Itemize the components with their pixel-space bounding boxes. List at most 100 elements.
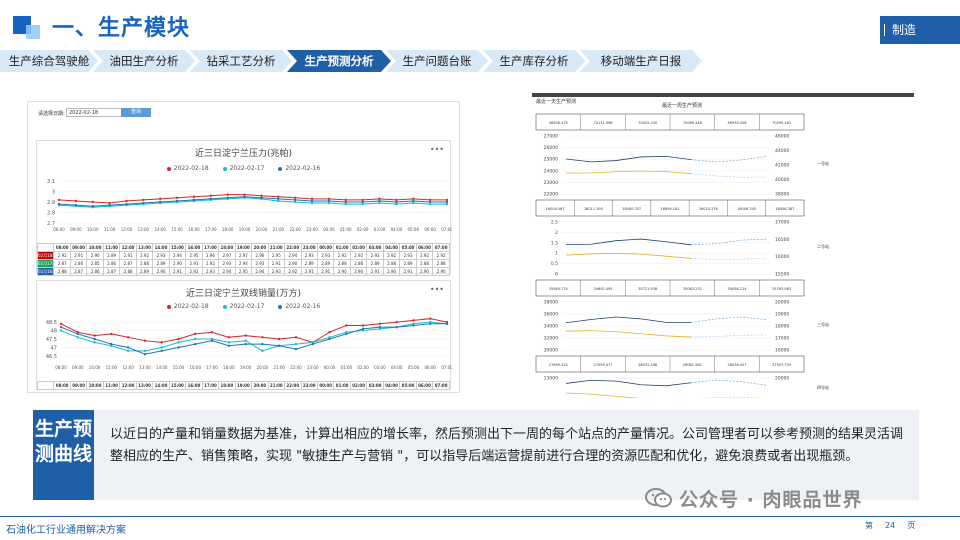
table-header-cell: 08:00 xyxy=(53,243,71,252)
y-right-tick: 16500 xyxy=(775,237,789,243)
station-label: 四号站 xyxy=(817,384,829,390)
x-tick-label: 17:00 xyxy=(205,227,217,232)
query-button[interactable]: 查询 xyxy=(121,108,151,117)
table-header-cell: 12:00 xyxy=(119,381,137,390)
data-point xyxy=(445,322,449,325)
table-cell: 2.92 xyxy=(333,251,351,260)
table-row: 02月17日2.872.862.852.862.872.882.892.902.… xyxy=(36,259,450,268)
table-cell: 2.87 xyxy=(102,267,121,276)
table-cell: 2.95 xyxy=(234,267,253,276)
table-header-cell: 02:00 xyxy=(349,243,368,252)
data-point xyxy=(310,199,314,203)
data-point xyxy=(412,201,415,205)
data-point xyxy=(361,202,364,206)
value-cell: 35721.938 xyxy=(638,287,657,291)
table-header-cell: 04:00 xyxy=(382,381,401,390)
slide: 一、生产模块 制造 生产综合驾驶舱 油田生产分析 钻采工艺分析 生产预测分析 生… xyxy=(0,0,960,540)
data-point xyxy=(175,196,179,199)
right-screenshot: 最近一天生产预测 最近一周生产预测 46926.475 70131.998 7000… xyxy=(532,93,914,398)
x-tick-label: 19:00 xyxy=(239,227,251,232)
tab-drilling-analysis[interactable]: 钻采工艺分析 xyxy=(190,50,292,72)
y-right-tick: 40000 xyxy=(775,177,789,183)
row-label-cell: 02月18日 xyxy=(36,251,55,260)
tab-forecast-analysis[interactable]: 生产预测分析 xyxy=(287,50,391,72)
x-tick-label: 06:00 xyxy=(424,227,436,232)
table-header-cell: 15:00 xyxy=(168,243,187,252)
data-point xyxy=(428,198,432,202)
tab-inventory-analysis[interactable]: 生产库存分析 xyxy=(483,50,585,72)
x-tick-label: 17:00 xyxy=(206,365,218,370)
table-cell: 2.88 xyxy=(415,259,434,268)
data-point xyxy=(378,325,382,329)
x-tick-label: 00:00 xyxy=(323,227,335,232)
data-point xyxy=(345,324,348,327)
data-point xyxy=(395,200,398,204)
table-cell: 2.85 xyxy=(86,259,104,268)
tab-dashboard[interactable]: 生产综合驾驶舱 xyxy=(0,50,98,72)
data-point xyxy=(210,339,214,342)
x-tick-label: 10:00 xyxy=(87,227,99,232)
tab-problem-ledger[interactable]: 生产问题台账 xyxy=(386,50,488,72)
data-point xyxy=(59,322,63,325)
table-cell: 2.93 xyxy=(366,251,384,260)
data-point xyxy=(227,344,231,347)
data-point xyxy=(93,337,96,341)
table-cell: 2.89 xyxy=(366,259,384,268)
data-point xyxy=(429,317,432,320)
watermark-text: 公众号 · 肉眼品世界 xyxy=(679,489,863,511)
y-right-tick: 38000 xyxy=(775,192,789,198)
data-point xyxy=(142,201,145,205)
y-right-tick: 42000 xyxy=(775,163,789,169)
table-cell: 2.93 xyxy=(218,259,236,268)
data-point xyxy=(277,197,280,201)
y-left-tick: 1.5 xyxy=(551,240,558,246)
x-tick-label: 13:00 xyxy=(139,365,151,370)
value-cell: 26061.562 xyxy=(683,363,702,367)
table-header-cell: 23:00 xyxy=(300,243,318,252)
table-cell: 2.86 xyxy=(102,259,121,268)
y-right-tick: 46000 xyxy=(775,134,789,140)
value-cell: 26031.298 xyxy=(638,363,657,367)
data-point xyxy=(59,329,63,332)
table-cell: 2.87 xyxy=(69,267,88,276)
data-point xyxy=(327,197,331,201)
data-point xyxy=(261,342,264,346)
data-point xyxy=(361,327,365,331)
x-tick-label: 13:00 xyxy=(138,227,150,232)
data-point xyxy=(192,198,196,202)
x-tick-label: 22:00 xyxy=(289,227,301,232)
footer-divider xyxy=(0,516,960,517)
left-screenshot: 请选择日期: 2022-02-18 查询 近三日淀宁兰压力(兆帕) ••• 20… xyxy=(27,101,460,393)
data-point xyxy=(412,324,415,327)
table-header-cell: 18:00 xyxy=(218,381,236,390)
data-point xyxy=(277,337,281,341)
x-tick-label: 14:00 xyxy=(156,365,168,370)
forecast-line-2 xyxy=(699,396,765,398)
data-point xyxy=(110,342,113,346)
data-point xyxy=(445,198,449,202)
data-point xyxy=(159,200,162,204)
data-point xyxy=(395,320,398,324)
y-right-tick: 17000 xyxy=(775,336,789,342)
table-cell: 2.94 xyxy=(168,251,187,260)
y-left-tick: 23000 xyxy=(544,180,558,186)
data-point xyxy=(209,194,213,197)
table-header-cell: 字段名 xyxy=(36,381,55,390)
header-square-light xyxy=(26,25,40,39)
data-point xyxy=(429,322,432,325)
table-cell: 2.88 xyxy=(432,259,450,268)
table-header-cell: 07:00 xyxy=(432,381,450,390)
y-left-tick: 12000 xyxy=(544,398,558,399)
table-row: 02月18日2.922.912.902.892.912.922.932.942.… xyxy=(36,251,450,260)
data-point xyxy=(310,201,314,205)
tab-mobile-report[interactable]: 移动端生产日报 xyxy=(580,50,702,72)
page-title: 一、生产模块 xyxy=(52,16,191,41)
y-right-tick: 15500 xyxy=(775,272,789,278)
table-cell: 2.88 xyxy=(135,259,154,268)
data-point xyxy=(74,203,78,207)
tab-oilfield-analysis[interactable]: 油田生产分析 xyxy=(93,50,195,72)
data-point xyxy=(361,324,365,327)
table-cell: 2.96 xyxy=(201,251,220,260)
data-point xyxy=(277,344,281,347)
value-cell: 26036.407 xyxy=(728,363,747,367)
